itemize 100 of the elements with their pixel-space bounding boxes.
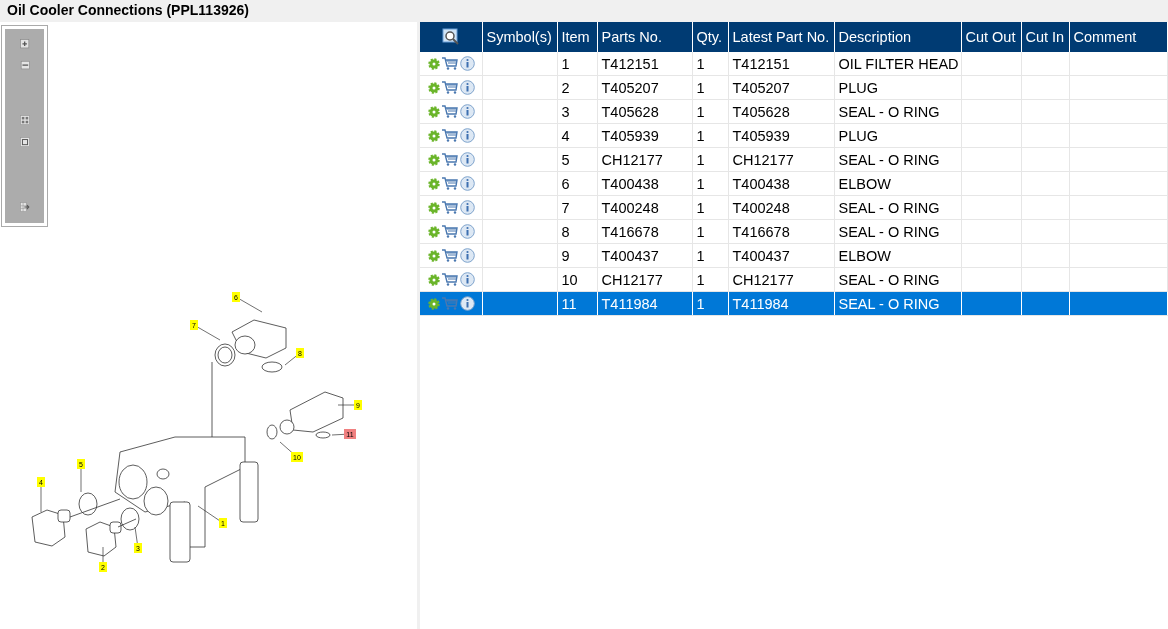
table-cell: T405628	[728, 99, 834, 124]
table-cell: 1	[692, 99, 728, 124]
gear-icon[interactable]	[428, 57, 440, 70]
column-header[interactable]: Item	[557, 22, 597, 52]
table-cell: 10	[557, 267, 597, 292]
info-icon[interactable]	[460, 176, 475, 191]
table-cell: 7	[557, 195, 597, 220]
cart-icon[interactable]	[442, 105, 458, 118]
column-header[interactable]: Cut In	[1021, 22, 1069, 52]
table-cell: 2	[557, 75, 597, 100]
cart-icon[interactable]	[442, 81, 458, 94]
gear-icon[interactable]	[428, 201, 440, 214]
gear-icon[interactable]	[428, 297, 440, 310]
table-cell: SEAL - O RING	[834, 291, 961, 316]
gear-icon[interactable]	[428, 153, 440, 166]
o-ring-drawing	[261, 361, 283, 373]
table-row[interactable]: 3 T405628 1 T405628 SEAL - O RING	[420, 99, 1167, 124]
column-header[interactable]: Parts No.	[597, 22, 692, 52]
table-cell: T405207	[728, 75, 834, 100]
info-icon[interactable]	[460, 128, 475, 143]
info-icon[interactable]	[460, 248, 475, 263]
elbow-drawing	[231, 319, 287, 359]
table-cell: 1	[557, 52, 597, 76]
table-cell: SEAL - O RING	[834, 147, 961, 172]
table-cell: OIL FILTER HEAD	[834, 52, 961, 76]
cart-icon[interactable]	[442, 201, 458, 214]
gear-icon[interactable]	[428, 105, 440, 118]
cart-icon[interactable]	[442, 153, 458, 166]
table-cell: T400248	[597, 195, 692, 220]
info-icon[interactable]	[460, 152, 475, 167]
table-cell: CH12177	[597, 147, 692, 172]
gear-icon[interactable]	[428, 249, 440, 262]
column-header[interactable]: Qty.	[692, 22, 728, 52]
table-cell: T400437	[597, 243, 692, 268]
column-header[interactable]: Latest Part No.	[728, 22, 834, 52]
info-icon[interactable]	[460, 104, 475, 119]
table-cell: SEAL - O RING	[834, 267, 961, 292]
table-row[interactable]: 2 T405207 1 T405207 PLUG	[420, 75, 1167, 100]
table-cell: SEAL - O RING	[834, 195, 961, 220]
table-cell: 1	[692, 123, 728, 148]
gear-icon[interactable]	[428, 225, 440, 238]
table-cell: ELBOW	[834, 243, 961, 268]
table-cell: CH12177	[728, 267, 834, 292]
table-cell: SEAL - O RING	[834, 219, 961, 244]
table-cell: 4	[557, 123, 597, 148]
info-icon[interactable]	[460, 224, 475, 239]
table-cell: 6	[557, 171, 597, 196]
column-header[interactable]: Cut Out	[961, 22, 1021, 52]
column-header[interactable]: Comment	[1069, 22, 1167, 52]
cart-icon[interactable]	[442, 249, 458, 262]
table-cell: T400438	[728, 171, 834, 196]
table-cell: CH12177	[597, 267, 692, 292]
table-row[interactable]: 10 CH12177 1 CH12177 SEAL - O RING	[420, 267, 1167, 292]
info-icon[interactable]	[460, 56, 475, 71]
search-icon[interactable]	[441, 28, 460, 47]
cart-icon[interactable]	[442, 129, 458, 142]
cart-icon[interactable]	[442, 273, 458, 286]
table-row[interactable]: 7 T400248 1 T400248 SEAL - O RING	[420, 195, 1167, 220]
o-ring-drawing	[315, 431, 331, 439]
column-header[interactable]: Symbol(s)	[482, 22, 557, 52]
gear-icon[interactable]	[428, 177, 440, 190]
table-cell: ELBOW	[834, 171, 961, 196]
table-cell: 1	[692, 243, 728, 268]
gear-icon[interactable]	[428, 129, 440, 142]
table-cell: PLUG	[834, 75, 961, 100]
table-cell: T405207	[597, 75, 692, 100]
table-cell: T411984	[728, 291, 834, 316]
plug-drawing	[85, 521, 122, 557]
o-ring-drawing	[214, 343, 236, 367]
table-cell: T412151	[597, 52, 692, 76]
info-icon[interactable]	[460, 272, 475, 287]
info-icon[interactable]	[460, 80, 475, 95]
cart-icon[interactable]	[442, 225, 458, 238]
info-icon[interactable]	[460, 200, 475, 215]
table-row[interactable]: 6 T400438 1 T400438 ELBOW	[420, 171, 1167, 196]
table-cell: CH12177	[728, 147, 834, 172]
table-cell: 8	[557, 219, 597, 244]
table-cell: T405939	[728, 123, 834, 148]
table-row[interactable]: 4 T405939 1 T405939 PLUG	[420, 123, 1167, 148]
table-row[interactable]: 9 T400437 1 T400437 ELBOW	[420, 243, 1167, 268]
table-row[interactable]: 1 T412151 1 T412151 OIL FILTER HEAD	[420, 52, 1167, 76]
plug-drawing	[31, 509, 71, 547]
table-cell: T400437	[728, 243, 834, 268]
table-row[interactable]: 5 CH12177 1 CH12177 SEAL - O RING	[420, 147, 1167, 172]
table-cell: 1	[692, 75, 728, 100]
gear-icon[interactable]	[428, 81, 440, 94]
table-cell: T400248	[728, 195, 834, 220]
info-icon[interactable]	[460, 296, 475, 311]
table-cell: 3	[557, 99, 597, 124]
table-cell: 5	[557, 147, 597, 172]
gear-icon[interactable]	[428, 273, 440, 286]
table-cell: T405939	[597, 123, 692, 148]
column-header[interactable]: Description	[834, 22, 961, 52]
table-cell: SEAL - O RING	[834, 99, 961, 124]
table-row[interactable]: 11 T411984 1 T411984 SEAL - O RING	[420, 291, 1167, 316]
table-cell: 1	[692, 195, 728, 220]
table-row[interactable]: 8 T416678 1 T416678 SEAL - O RING	[420, 219, 1167, 244]
cart-icon[interactable]	[442, 177, 458, 190]
o-ring-drawing	[78, 492, 98, 516]
cart-icon[interactable]	[442, 57, 458, 70]
